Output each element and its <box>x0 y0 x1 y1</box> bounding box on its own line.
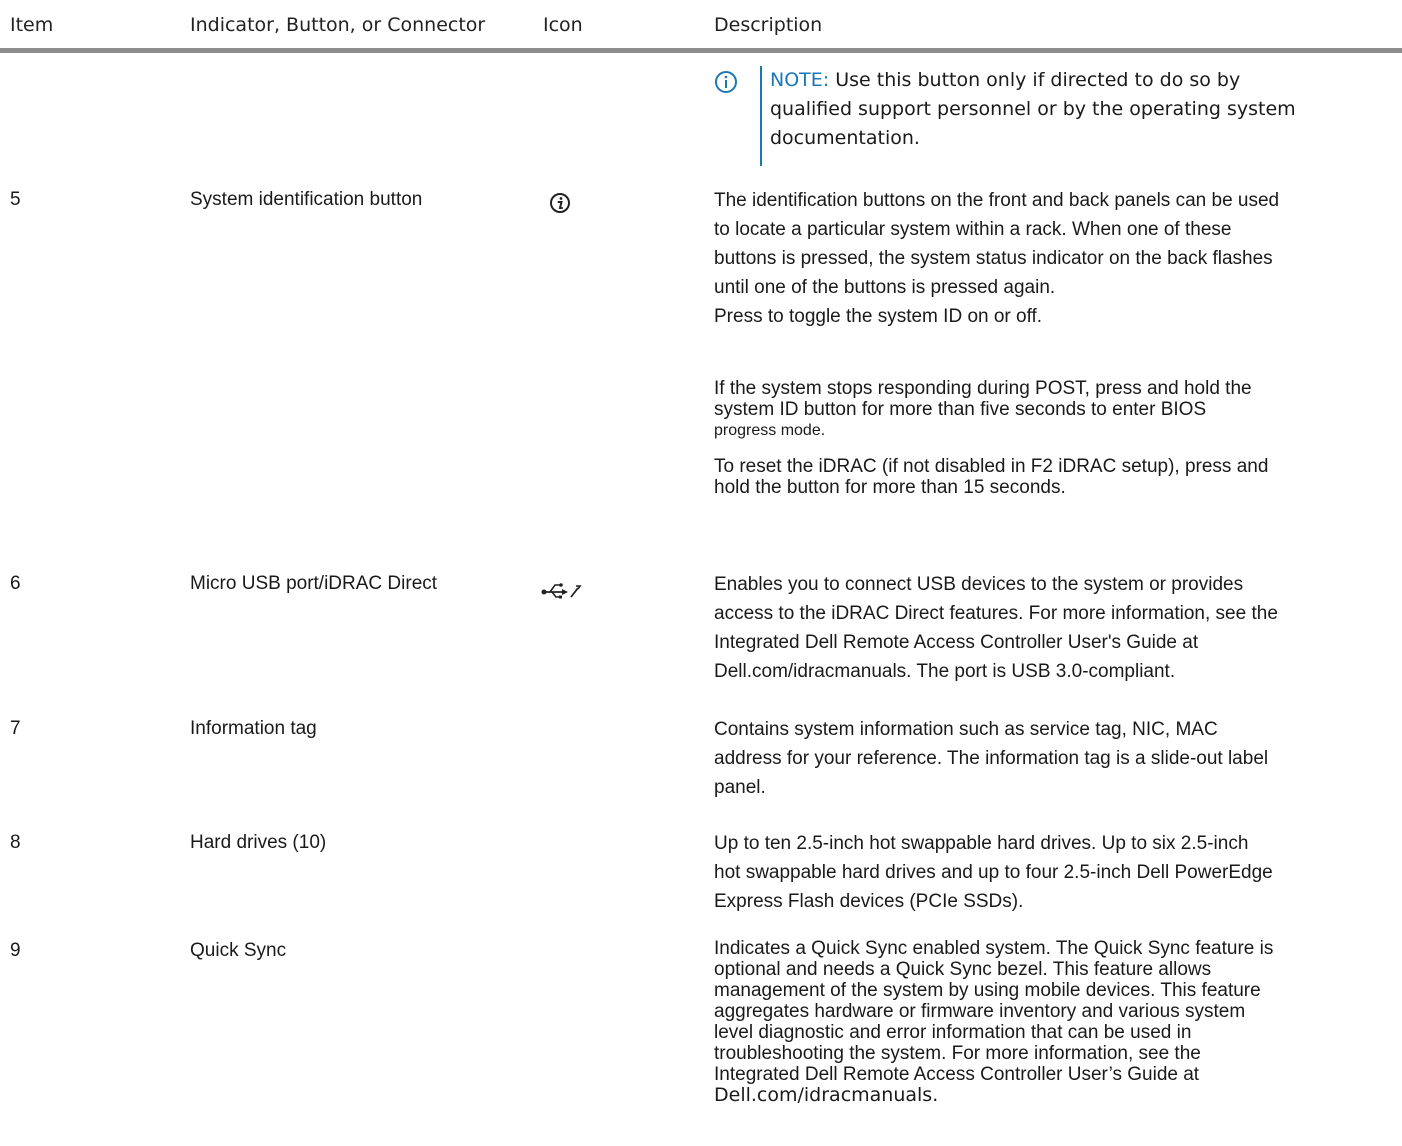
info-circle-icon <box>715 71 737 93</box>
item-number: 7 <box>10 718 21 739</box>
note-label: NOTE: <box>770 69 830 91</box>
desc-line: system ID button for more than five seco… <box>714 399 1207 420</box>
desc-line: The identification buttons on the front … <box>714 190 1280 211</box>
desc-line: troubleshooting the system. For more inf… <box>714 1043 1201 1064</box>
desc-line: If the system stops responding during PO… <box>714 378 1252 399</box>
desc-line: Enables you to connect USB devices to th… <box>714 574 1244 595</box>
desc-line: Press to toggle the system ID on or off. <box>714 306 1043 327</box>
item-name: Quick Sync <box>190 940 287 961</box>
usb-wrench-icon <box>541 583 582 599</box>
desc-line: Express Flash devices (PCIe SSDs). <box>714 891 1024 912</box>
desc-line: hot swappable hard drives and up to four… <box>714 862 1273 883</box>
desc-line: to locate a particular system within a r… <box>714 219 1232 240</box>
item-description: Up to ten 2.5-inch hot swappable hard dr… <box>714 829 1394 916</box>
note-line: Use this button only if directed to do s… <box>835 69 1241 91</box>
desc-line: progress mode. <box>714 422 826 439</box>
desc-line: aggregates hardware or firmware inventor… <box>714 1001 1246 1022</box>
note-line: qualified support personnel or by the op… <box>770 98 1296 120</box>
desc-line: Indicates a Quick Sync enabled system. T… <box>714 938 1274 959</box>
note-bar <box>760 66 762 166</box>
item-number: 6 <box>10 573 21 594</box>
desc-line: panel. <box>714 777 766 798</box>
desc-line: Dell.com/idracmanuals. The port is USB 3… <box>714 661 1176 682</box>
header-divider <box>0 48 1402 53</box>
header-indicator: Indicator, Button, or Connector <box>190 14 486 36</box>
desc-line: access to the iDRAC Direct features. For… <box>714 603 1278 624</box>
desc-line: hold the button for more than 15 seconds… <box>714 477 1066 498</box>
desc-line: level diagnostic and error information t… <box>714 1022 1192 1043</box>
header-item: Item <box>10 14 54 36</box>
desc-line: management of the system by using mobile… <box>714 980 1261 1001</box>
item-name: System identification button <box>190 189 423 210</box>
note-line: documentation. <box>770 127 920 149</box>
header-description: Description <box>714 14 823 36</box>
item-number: 8 <box>10 832 21 853</box>
desc-line: Integrated Dell Remote Access Controller… <box>714 632 1199 653</box>
header-icon: Icon <box>543 14 583 36</box>
item-description: To reset the iDRAC (if not disabled in F… <box>714 456 1394 498</box>
item-description: Contains system information such as serv… <box>714 715 1394 802</box>
system-id-icon <box>550 193 570 213</box>
desc-line: optional and needs a Quick Sync bezel. T… <box>714 959 1212 980</box>
item-description: If the system stops responding during PO… <box>714 378 1394 441</box>
item-name: Information tag <box>190 718 317 739</box>
desc-line: until one of the buttons is pressed agai… <box>714 277 1056 298</box>
desc-line: Up to ten 2.5-inch hot swappable hard dr… <box>714 833 1249 854</box>
item-number: 9 <box>10 940 21 961</box>
desc-line: buttons is pressed, the system status in… <box>714 248 1273 269</box>
item-description: The identification buttons on the front … <box>714 186 1394 331</box>
desc-line: Dell.com/idracmanuals. <box>714 1084 939 1106</box>
item-name: Micro USB port/iDRAC Direct <box>190 573 438 594</box>
note-text: NOTE: Use this button only if directed t… <box>770 66 1370 153</box>
item-name: Hard drives (10) <box>190 832 327 853</box>
desc-line: address for your reference. The informat… <box>714 748 1269 769</box>
item-description: Enables you to connect USB devices to th… <box>714 570 1394 686</box>
item-description: Indicates a Quick Sync enabled system. T… <box>714 938 1394 1106</box>
desc-line: Contains system information such as serv… <box>714 719 1218 740</box>
item-number: 5 <box>10 189 21 210</box>
desc-line: Integrated Dell Remote Access Controller… <box>714 1064 1200 1085</box>
desc-line: To reset the iDRAC (if not disabled in F… <box>714 456 1269 477</box>
